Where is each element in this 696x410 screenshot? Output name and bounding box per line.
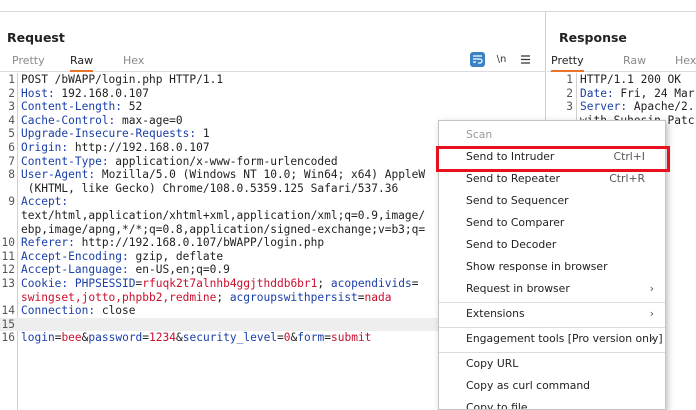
menu-item-send-to-decoder[interactable]: Send to Decoder bbox=[439, 235, 665, 255]
line-text: Upgrade-Insecure-Requests: 1 bbox=[21, 127, 210, 141]
code-line[interactable]: 2 Host: 192.168.0.107 bbox=[0, 87, 545, 101]
line-text: text/html,application/xhtml+xml,applicat… bbox=[21, 208, 426, 222]
line-number: 4 bbox=[8, 113, 15, 127]
menu-item-request-in-browser[interactable]: Request in browser › bbox=[439, 279, 665, 299]
menu-item-label: Extensions bbox=[466, 307, 525, 320]
menu-icon[interactable] bbox=[518, 52, 533, 67]
line-number: 11 bbox=[1, 249, 15, 263]
code-line[interactable]: 1 POST /bWAPP/login.php HTTP/1.1 bbox=[0, 73, 545, 87]
menu-item-shortcut: Ctrl+I bbox=[613, 150, 645, 163]
code-line[interactable]: 3 Content-Length: 52 bbox=[0, 100, 545, 114]
tab-raw[interactable]: Raw bbox=[623, 54, 646, 72]
code-line[interactable]: 2 Date: Fri, 24 Mar bbox=[547, 87, 696, 101]
tab-hex[interactable]: Hex bbox=[675, 54, 696, 72]
line-number: 5 bbox=[8, 127, 15, 141]
chevron-right-icon: › bbox=[649, 282, 654, 295]
menu-item-shortcut: Ctrl+R bbox=[609, 172, 645, 185]
line-number: 3 bbox=[566, 100, 573, 114]
line-number: 2 bbox=[566, 86, 573, 100]
line-number: 2 bbox=[8, 86, 15, 100]
request-tabs: Pretty Raw Hex bbox=[0, 50, 545, 72]
line-text: Accept: bbox=[21, 195, 69, 209]
line-number: 7 bbox=[8, 154, 15, 168]
line-number: 3 bbox=[8, 100, 15, 114]
line-number: 8 bbox=[8, 168, 15, 182]
context-menu: Scan Send to Intruder Ctrl+I Send to Repeat… bbox=[438, 120, 666, 410]
line-text: HTTP/1.1 200 OK bbox=[580, 73, 682, 86]
line-text: Host: 192.168.0.107 bbox=[21, 86, 149, 100]
line-text: Cache-Control: max-age=0 bbox=[21, 113, 183, 127]
line-text: Date: Fri, 24 Mar bbox=[580, 86, 695, 100]
line-text: POST /bWAPP/login.php HTTP/1.1 bbox=[21, 73, 224, 86]
line-number: 14 bbox=[1, 304, 15, 318]
line-number: 9 bbox=[8, 195, 15, 209]
tab-pretty[interactable]: Pretty bbox=[12, 54, 45, 72]
request-title: Request bbox=[7, 30, 65, 45]
code-line[interactable]: 1 HTTP/1.1 200 OK bbox=[547, 73, 696, 87]
chevron-right-icon: › bbox=[649, 307, 654, 320]
line-text: ebp,image/apng,*/*;q=0.8,application/sig… bbox=[21, 222, 426, 236]
menu-item-scan: Scan bbox=[439, 125, 665, 145]
menu-item-label: Send to Decoder bbox=[466, 238, 557, 251]
line-text: Connection: close bbox=[21, 304, 136, 318]
line-text: Content-Length: 52 bbox=[21, 100, 143, 114]
code-line[interactable]: 3 Server: Apache/2. bbox=[547, 100, 696, 114]
menu-item-send-to-intruder[interactable]: Send to Intruder Ctrl+I bbox=[439, 147, 665, 167]
line-number: 1 bbox=[8, 73, 15, 86]
menu-item-label: Send to Repeater bbox=[466, 172, 560, 185]
menu-item-label: Send to Intruder bbox=[466, 150, 555, 163]
top-bar bbox=[0, 0, 696, 12]
line-number: 15 bbox=[1, 317, 15, 331]
line-text: Cookie: PHPSESSID=rfuqk2t7alnhb4ggjthddb… bbox=[21, 276, 419, 290]
line-text: Referer: http://192.168.0.107/bWAPP/logi… bbox=[21, 236, 325, 250]
menu-item-send-to-repeater[interactable]: Send to Repeater Ctrl+R bbox=[439, 169, 665, 189]
line-number: 1 bbox=[566, 73, 573, 86]
tab-raw[interactable]: Raw bbox=[70, 54, 94, 72]
line-text: Accept-Language: en-US,en;q=0.9 bbox=[21, 263, 230, 277]
tab-pretty[interactable]: Pretty bbox=[551, 54, 584, 72]
line-number: 12 bbox=[1, 263, 15, 277]
chevron-right-icon: › bbox=[649, 332, 654, 345]
menu-item-extensions[interactable]: Extensions › bbox=[439, 304, 665, 324]
response-title: Response bbox=[559, 30, 627, 45]
menu-separator bbox=[439, 352, 665, 353]
line-text: login=bee&password=1234&security_level=0… bbox=[21, 331, 372, 345]
menu-item-label: Scan bbox=[466, 128, 493, 141]
line-text: Server: Apache/2. bbox=[580, 100, 695, 114]
wrap-icon[interactable] bbox=[470, 52, 485, 67]
menu-item-label: Copy to file bbox=[466, 401, 528, 410]
menu-item-copy-url[interactable]: Copy URL bbox=[439, 354, 665, 374]
line-number: 6 bbox=[8, 140, 15, 154]
request-toolbar: \n bbox=[470, 52, 533, 67]
menu-item-show-response-in-browser[interactable]: Show response in browser bbox=[439, 257, 665, 277]
menu-item-label: Send to Comparer bbox=[466, 216, 565, 229]
menu-item-engagement-tools-pro-version-only[interactable]: Engagement tools [Pro version only] › bbox=[439, 329, 665, 349]
menu-item-label: Show response in browser bbox=[466, 260, 608, 273]
menu-item-label: Copy URL bbox=[466, 357, 519, 370]
line-text: (KHTML, like Gecko) Chrome/108.0.5359.12… bbox=[21, 181, 399, 195]
line-text: Origin: http://192.168.0.107 bbox=[21, 140, 210, 154]
menu-item-copy-as-curl-command[interactable]: Copy as curl command bbox=[439, 376, 665, 396]
menu-item-label: Send to Sequencer bbox=[466, 194, 569, 207]
tab-hex[interactable]: Hex bbox=[123, 54, 144, 72]
menu-item-label: Request in browser bbox=[466, 282, 570, 295]
line-number: 13 bbox=[1, 276, 15, 290]
line-number: 16 bbox=[1, 331, 15, 345]
menu-item-send-to-sequencer[interactable]: Send to Sequencer bbox=[439, 191, 665, 211]
line-number: 10 bbox=[1, 236, 15, 250]
menu-separator bbox=[439, 327, 665, 328]
line-text: Content-Type: application/x-www-form-url… bbox=[21, 154, 338, 168]
line-text: User-Agent: Mozilla/5.0 (Windows NT 10.0… bbox=[21, 168, 426, 182]
response-tabs: Pretty Raw Hex bbox=[547, 50, 696, 72]
menu-item-copy-to-file[interactable]: Copy to file bbox=[439, 398, 665, 410]
line-text: Accept-Encoding: gzip, deflate bbox=[21, 249, 224, 263]
line-text: swingset,jotto,phpbb2,redmine; acgroupsw… bbox=[21, 290, 392, 304]
menu-item-label: Copy as curl command bbox=[466, 379, 591, 392]
menu-item-label: Engagement tools [Pro version only] bbox=[466, 332, 663, 345]
menu-separator bbox=[439, 302, 665, 303]
newline-icon[interactable]: \n bbox=[494, 52, 509, 67]
menu-item-send-to-comparer[interactable]: Send to Comparer bbox=[439, 213, 665, 233]
